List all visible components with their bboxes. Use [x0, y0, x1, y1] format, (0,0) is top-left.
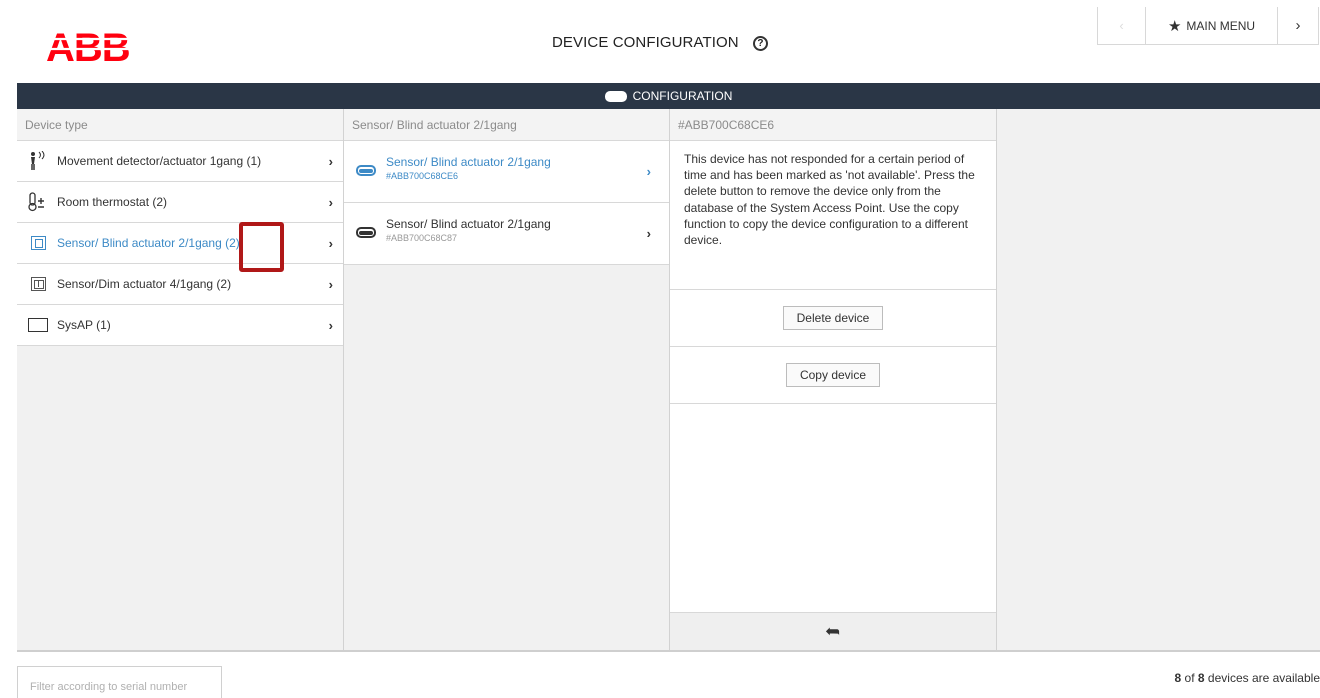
- device-detail-column: #ABB700C68CE6 This device has not respon…: [670, 109, 997, 650]
- chevron-right-icon: ›: [328, 317, 333, 333]
- device-detail-header: #ABB700C68CE6: [670, 109, 996, 141]
- chevron-right-icon: ›: [328, 235, 333, 251]
- detail-empty-area: [670, 404, 996, 612]
- device-serial: #ABB700C68CE6: [386, 171, 459, 181]
- delete-device-button[interactable]: Delete device: [782, 306, 884, 330]
- star-icon: ★: [1167, 17, 1182, 35]
- serial-filter-input[interactable]: [17, 666, 222, 698]
- device-count-status: 8 of 8 devices are available: [1175, 671, 1320, 685]
- device-count-of: of: [1181, 671, 1198, 685]
- device-type-label: Sensor/Dim actuator 4/1gang (2): [57, 277, 232, 291]
- device-pill-icon: [356, 227, 376, 238]
- copy-action-row: Copy device: [670, 347, 996, 404]
- device-item[interactable]: Sensor/ Blind actuator 2/1gang #ABB700C6…: [344, 141, 669, 203]
- chevron-right-icon: ›: [328, 194, 333, 210]
- page-title-text: DEVICE CONFIGURATION: [551, 34, 739, 51]
- device-pill-icon: [356, 165, 376, 176]
- delete-action-row: Delete device: [670, 290, 996, 347]
- motion-detector-icon: [27, 151, 49, 171]
- chevron-right-icon: ›: [646, 164, 651, 179]
- configuration-label: CONFIGURATION: [632, 89, 733, 103]
- help-icon[interactable]: ?: [753, 36, 768, 51]
- device-serial: #ABB700C68C87: [386, 233, 458, 243]
- thermostat-icon: [27, 192, 49, 212]
- main-menu-label: MAIN MENU: [1186, 18, 1256, 33]
- device-type-item-room-thermostat[interactable]: Room thermostat (2) ›: [17, 182, 343, 223]
- not-available-message: This device has not responded for a cert…: [670, 141, 996, 290]
- device-type-item-sysap[interactable]: SysAP (1) ›: [17, 305, 343, 346]
- device-count-total: 8: [1197, 671, 1205, 685]
- forward-button[interactable]: ›: [1278, 7, 1318, 44]
- device-type-label: Movement detector/actuator 1gang (1): [57, 154, 262, 168]
- device-type-label: Room thermostat (2): [57, 195, 168, 209]
- sysap-icon: [27, 318, 49, 332]
- copy-device-button[interactable]: Copy device: [785, 363, 881, 387]
- device-type-column: Device type Movement detector/actuator 1…: [17, 109, 344, 650]
- forward-arrow-icon: ›: [1295, 17, 1301, 34]
- blind-actuator-icon: [27, 236, 49, 250]
- back-button[interactable]: ‹: [1098, 7, 1146, 44]
- device-name: Sensor/ Blind actuator 2/1gang: [386, 217, 551, 231]
- device-pill-icon: [604, 90, 627, 102]
- chevron-right-icon: ›: [328, 276, 333, 292]
- device-type-item-dim-actuator[interactable]: Sensor/Dim actuator 4/1gang (2) ›: [17, 264, 343, 305]
- device-type-label: SysAP (1): [57, 318, 111, 332]
- device-type-item-blind-actuator[interactable]: Sensor/ Blind actuator 2/1gang (2) ›: [17, 223, 343, 264]
- chevron-right-icon: ›: [328, 153, 333, 169]
- reply-arrow-icon: ➦: [825, 621, 841, 641]
- configuration-bar: CONFIGURATION: [17, 83, 1320, 109]
- device-item[interactable]: Sensor/ Blind actuator 2/1gang #ABB700C6…: [344, 203, 669, 265]
- device-type-item-movement-detector[interactable]: Movement detector/actuator 1gang (1) ›: [17, 141, 343, 182]
- device-count-suffix: devices are available: [1204, 671, 1320, 685]
- configuration-panel: Device type Movement detector/actuator 1…: [17, 109, 1320, 652]
- main-menu-button[interactable]: ★ MAIN MENU: [1146, 7, 1278, 44]
- count-highlight-box: [239, 222, 284, 272]
- device-name: Sensor/ Blind actuator 2/1gang: [386, 155, 551, 169]
- device-list-header: Sensor/ Blind actuator 2/1gang: [344, 109, 669, 141]
- device-type-header: Device type: [17, 109, 343, 141]
- back-arrow-icon: ‹: [1119, 18, 1124, 33]
- top-navigation: ‹ ★ MAIN MENU ›: [1097, 7, 1319, 45]
- device-type-label: Sensor/ Blind actuator 2/1gang (2): [57, 236, 240, 250]
- dim-actuator-icon: [27, 277, 49, 291]
- device-list-column: Sensor/ Blind actuator 2/1gang Sensor/ B…: [344, 109, 670, 650]
- chevron-right-icon: ›: [646, 226, 651, 241]
- detail-back-button[interactable]: ➦: [670, 612, 996, 650]
